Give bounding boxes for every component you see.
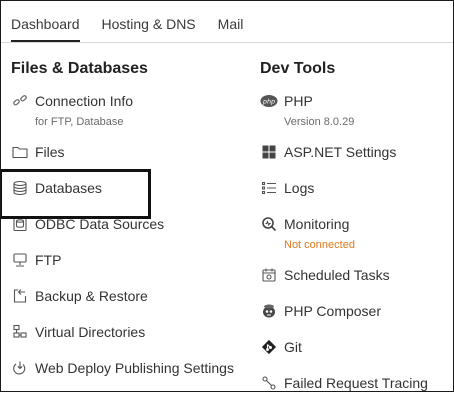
virtual-directories-link[interactable]: Virtual Directories [11, 323, 251, 341]
backup-icon [11, 287, 29, 305]
php-composer-link[interactable]: PHP Composer [260, 302, 450, 320]
asp-net-settings-label: ASP.NET Settings [284, 144, 397, 160]
scheduled-tasks-link[interactable]: Scheduled Tasks [260, 266, 450, 284]
connection-info-sub: for FTP, Database [35, 116, 124, 128]
monitoring-status: Not connected [284, 239, 355, 251]
databases-link[interactable]: Databases [11, 179, 251, 197]
php-link[interactable]: php PHP Version 8.0.29 [260, 92, 450, 133]
files-link[interactable]: Files [11, 143, 251, 161]
connection-info-link[interactable]: Connection Info for FTP, Database [11, 92, 251, 133]
backup-restore-label: Backup & Restore [35, 288, 148, 304]
tab-dashboard[interactable]: Dashboard [11, 16, 80, 42]
git-link[interactable]: Git [260, 338, 450, 356]
svg-text:php: php [262, 97, 275, 105]
logs-label: Logs [284, 180, 315, 196]
asp-net-settings-link[interactable]: ASP.NET Settings [260, 143, 450, 161]
link-icon [11, 92, 29, 110]
virtual-directories-label: Virtual Directories [35, 324, 146, 340]
monitoring-link[interactable]: Monitoring Not connected [260, 215, 450, 256]
odbc-data-sources-link[interactable]: ODBC Data Sources [11, 215, 251, 233]
monitoring-label: Monitoring [284, 216, 350, 232]
ftp-label: FTP [35, 252, 62, 268]
windows-icon [260, 143, 278, 161]
tab-divider [1, 42, 453, 43]
tab-hosting-dns[interactable]: Hosting & DNS [102, 16, 196, 42]
logs-link[interactable]: Logs [260, 179, 450, 197]
directories-icon [11, 323, 29, 341]
files-label: Files [35, 144, 65, 160]
backup-restore-link[interactable]: Backup & Restore [11, 287, 251, 305]
php-composer-label: PHP Composer [284, 303, 382, 319]
tab-mail[interactable]: Mail [218, 16, 244, 42]
composer-icon [260, 302, 278, 320]
odbc-icon [11, 215, 29, 233]
section-title-dev-tools: Dev Tools [260, 60, 336, 77]
web-deploy-link[interactable]: Web Deploy Publishing Settings [11, 359, 251, 377]
files-databases-section: Files & Databases Connection Info for FT… [11, 60, 251, 377]
ftp-icon [11, 251, 29, 269]
php-label: PHP [284, 93, 313, 109]
tracing-icon [260, 374, 278, 391]
list-icon [260, 179, 278, 197]
folder-icon [11, 143, 29, 161]
git-label: Git [284, 339, 302, 355]
hosting-dashboard-panel: Dashboard Hosting & DNS Mail Files & Dat… [0, 0, 454, 392]
databases-label: Databases [35, 180, 102, 196]
dev-tools-section: Dev Tools php PHP Version 8.0.29 ASP.NET… [260, 60, 450, 391]
web-deploy-icon [11, 359, 29, 377]
php-version: Version 8.0.29 [284, 116, 355, 128]
failed-request-tracing-link[interactable]: Failed Request Tracing [260, 374, 450, 391]
connection-info-label: Connection Info [35, 93, 134, 109]
git-icon [260, 338, 278, 356]
section-title-files-databases: Files & Databases [11, 60, 148, 77]
odbc-data-sources-label: ODBC Data Sources [35, 216, 165, 232]
tab-bar: Dashboard Hosting & DNS Mail [11, 16, 243, 42]
ftp-link[interactable]: FTP [11, 251, 251, 269]
monitoring-icon [260, 215, 278, 233]
scheduled-tasks-label: Scheduled Tasks [284, 267, 390, 283]
database-icon [11, 179, 29, 197]
web-deploy-label: Web Deploy Publishing Settings [35, 360, 234, 376]
php-icon: php [260, 92, 278, 110]
calendar-icon [260, 266, 278, 284]
failed-request-tracing-label: Failed Request Tracing [284, 375, 428, 391]
